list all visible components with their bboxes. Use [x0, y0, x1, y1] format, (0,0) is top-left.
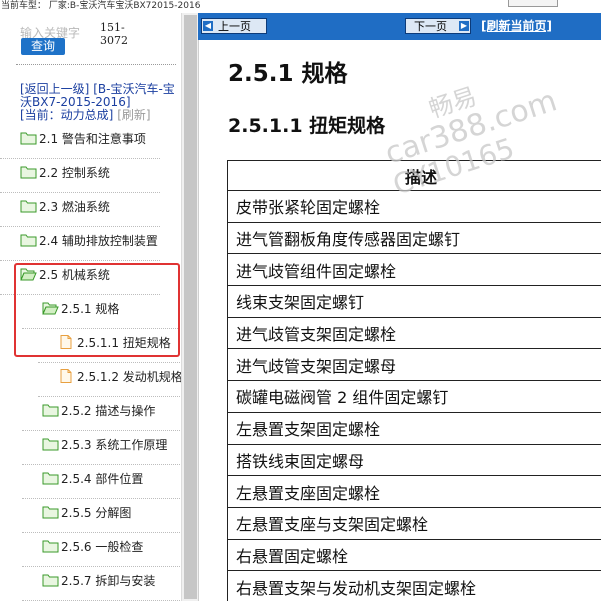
table-row: 进气歧管组件固定螺栓 [227, 253, 601, 287]
table-row: 左悬置支座与支架固定螺栓 [227, 506, 601, 540]
arrow-right-icon: ▶ [459, 21, 469, 31]
tree-divider [22, 532, 181, 533]
tree-item-label: 2.5.3 系统工作原理 [61, 438, 168, 452]
folder-icon [20, 233, 37, 247]
refresh-page-link[interactable]: [刷新当前页] [481, 18, 552, 34]
next-page-label: 下一页 [414, 20, 447, 33]
table-row: 右悬置支架与发动机支架固定螺栓 [227, 570, 601, 601]
tree-item-label: 2.2 控制系统 [39, 166, 110, 180]
table-row: 搭铁线束固定螺母 [227, 443, 601, 477]
folder-icon [42, 573, 59, 587]
tree-divider [0, 158, 160, 159]
arrow-left-icon: ◀ [203, 21, 213, 31]
tree-item-label: 2.5.6 一般检查 [61, 540, 144, 554]
breadcrumb: [返回上一级] [B-宝沃汽车-宝沃BX7-2015-2016] [当前：动力总… [20, 83, 180, 122]
folder-icon [20, 131, 37, 145]
tree-divider [22, 430, 181, 431]
folder-icon [20, 165, 37, 179]
table-cell: 碳罐电磁阀管 2 组件固定螺钉 [227, 380, 601, 413]
refresh-link[interactable]: [刷新] [117, 108, 150, 122]
table-cell: 右悬置固定螺栓 [227, 538, 601, 572]
back-link[interactable]: [返回上一级] [20, 82, 89, 96]
tree-item-label: 2.5.4 部件位置 [61, 472, 144, 486]
search-button[interactable]: 查询 [21, 38, 65, 55]
tree-item-label: 2.1 警告和注意事项 [39, 132, 146, 146]
table-cell: 进气管翻板角度传感器固定螺钉 [227, 221, 601, 255]
table-row: 左悬置支座固定螺栓 [227, 475, 601, 508]
page-title: 2.5.1 规格 [228, 61, 348, 87]
tree-item-label: 2.5.2 描述与操作 [61, 404, 156, 418]
content-panel: ◀ 上一页 下一页 ▶ [刷新当前页] 2.5.1 规格 2.5.1.1 扭矩规… [198, 13, 601, 601]
torque-spec-table: 描述 皮带张紧轮固定螺栓 进气管翻板角度传感器固定螺钉 进气歧管组件固定螺栓 线束支架… [227, 160, 601, 601]
section-subtitle: 2.5.1.1 扭矩规格 [228, 115, 386, 137]
table-cell: 左悬置支架固定螺栓 [227, 411, 601, 445]
nav-bar: ◀ 上一页 下一页 ▶ [刷新当前页] [198, 13, 601, 40]
tree-item-label: 2.5.5 分解图 [61, 506, 132, 520]
search-input[interactable] [20, 23, 90, 37]
page-icon [58, 369, 75, 383]
folder-icon [42, 471, 59, 485]
table-row: 进气管翻板角度传感器固定螺钉 [227, 221, 601, 255]
folder-icon [20, 199, 37, 213]
table-cell: 进气歧管支架固定螺栓 [227, 316, 601, 350]
table-cell: 搭铁线束固定螺母 [227, 443, 601, 477]
tree-item-label: 2.4 辅助排放控制装置 [39, 234, 158, 248]
folder-icon [42, 403, 59, 417]
table-cell: 进气歧管支架固定螺母 [227, 348, 601, 382]
table-row: 碳罐电磁阀管 2 组件固定螺钉 [227, 380, 601, 413]
prev-page-button[interactable]: ◀ 上一页 [201, 18, 267, 34]
folder-icon [42, 437, 59, 451]
table-cell: 进气歧管组件固定螺栓 [227, 253, 601, 287]
tree-divider [22, 464, 181, 465]
tree-item-label: 2.5.1.2 发动机规格 [77, 370, 181, 384]
tree-item-label: 2.5.7 拆卸与安装 [61, 574, 156, 588]
tree-item-label: 2.3 燃油系统 [39, 200, 110, 214]
current-car-label: 当前车型： 厂家:B-宝沃汽车宝沃BX72015-2016 [1, 1, 201, 11]
divider [16, 64, 176, 65]
tree-divider [0, 226, 160, 227]
folder-icon [42, 539, 59, 553]
folder-icon [42, 505, 59, 519]
top-strip: 当前车型： 厂家:B-宝沃汽车宝沃BX72015-2016 [0, 0, 601, 13]
table-cell: 右悬置支架与发动机支架固定螺栓 [227, 570, 601, 601]
table-cell: 左悬置支座固定螺栓 [227, 475, 601, 508]
scrollbar-thumb[interactable] [184, 15, 197, 599]
table-row: 进气歧管支架固定螺栓 [227, 316, 601, 350]
table-row: 右悬置固定螺栓 [227, 538, 601, 572]
left-sidebar: 输入关键字 查询 151-3072 [返回上一级] [B-宝沃汽车-宝沃BX7-… [0, 13, 181, 601]
table-row: 线束支架固定螺钉 [227, 285, 601, 318]
sidebar-scrollbar[interactable] [181, 13, 199, 601]
table-row: 进气歧管支架固定螺母 [227, 348, 601, 382]
tree-divider [22, 566, 181, 567]
tree-divider [0, 260, 160, 261]
tree-divider [0, 192, 160, 193]
table-cell: 线束支架固定螺钉 [227, 285, 601, 318]
top-tab[interactable] [508, 0, 558, 7]
page-count: 151-3072 [100, 21, 128, 47]
prev-page-label: 上一页 [218, 20, 251, 33]
current-section-link[interactable]: [当前：动力总成] [20, 108, 113, 122]
tree-divider [38, 396, 181, 397]
tree-divider [38, 362, 181, 363]
highlight-box [14, 263, 180, 357]
table-cell: 左悬置支座与支架固定螺栓 [227, 506, 601, 540]
tree-divider [22, 498, 181, 499]
next-page-button[interactable]: 下一页 ▶ [405, 18, 471, 34]
document-content: 2.5.1 规格 2.5.1.1 扭矩规格 描述 皮带张紧轮固定螺栓 进气管翻板角… [198, 40, 601, 601]
table-row: 左悬置支架固定螺栓 [227, 411, 601, 445]
